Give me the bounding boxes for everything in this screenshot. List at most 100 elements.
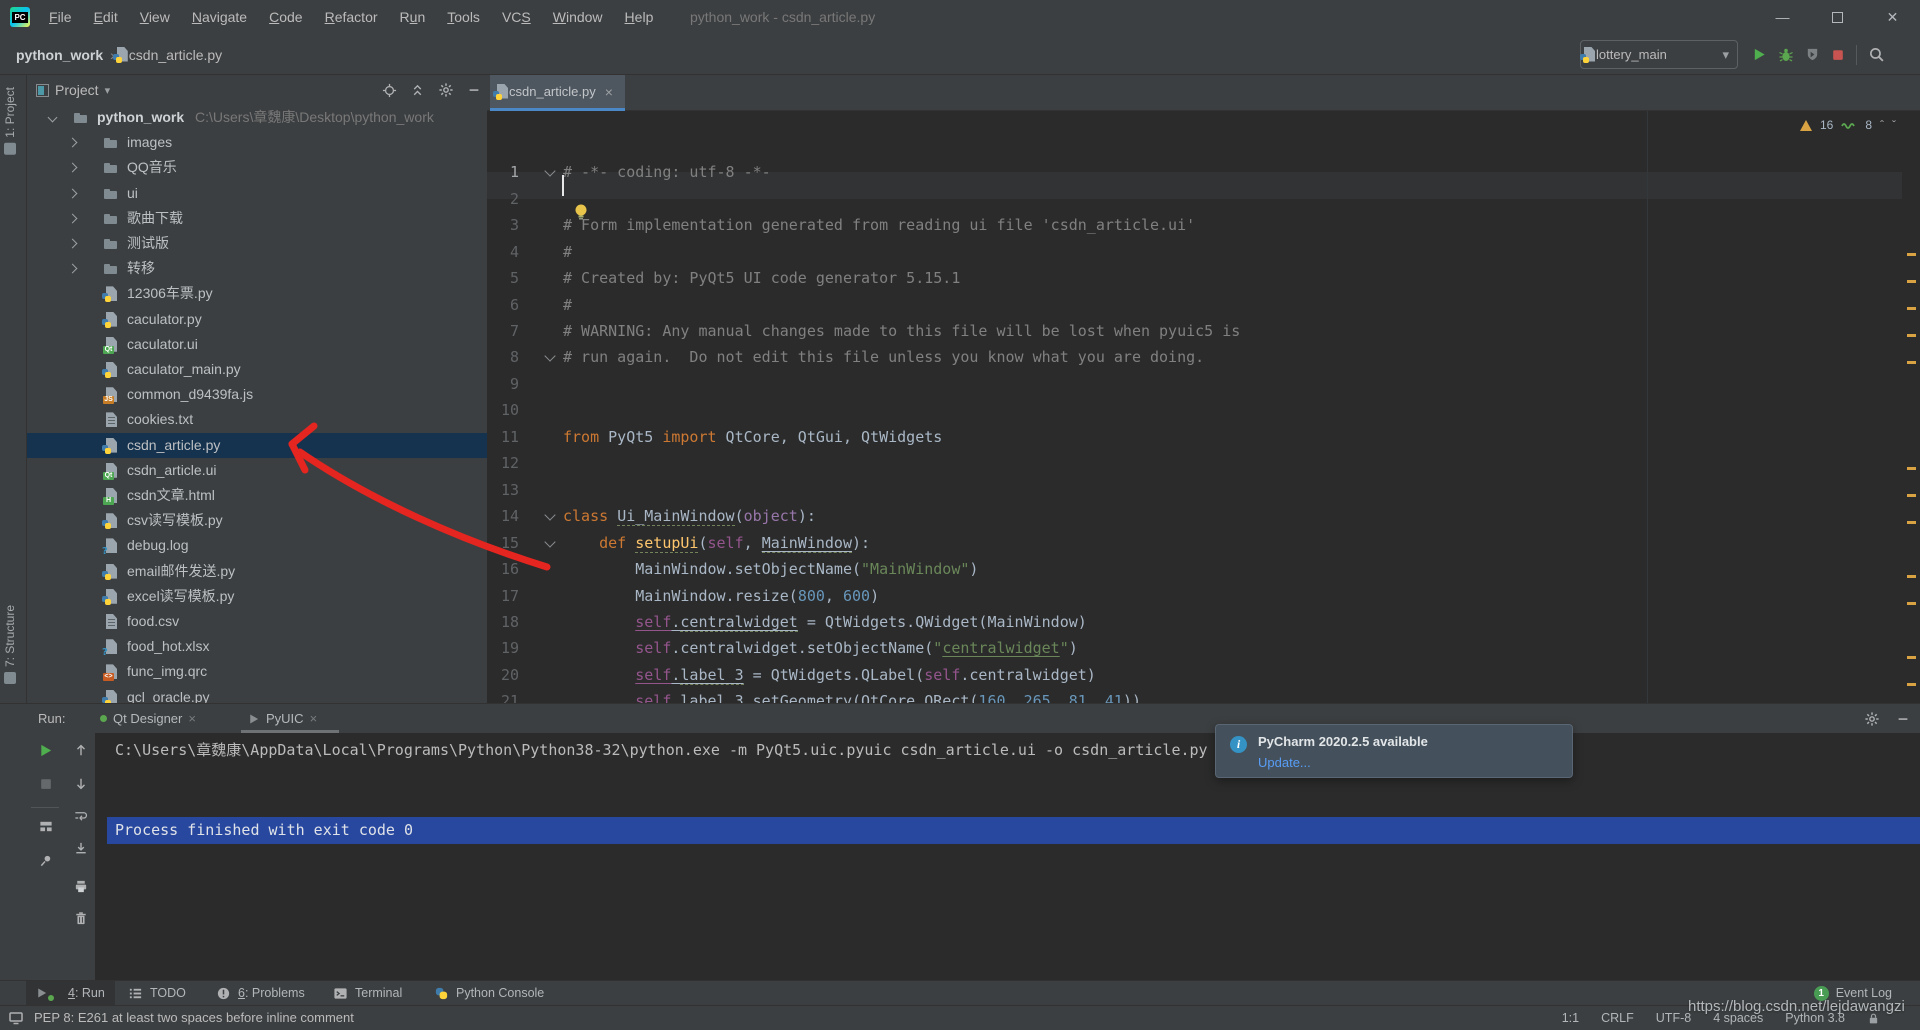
tree-item-caculator_main.py[interactable]: caculator_main.py [27,357,487,382]
collapse-all-icon[interactable] [410,83,425,98]
menu-navigate[interactable]: Navigate [181,0,258,34]
tree-item-12306车票.py[interactable]: 12306车票.py [27,281,487,306]
warning-stripe-mark[interactable] [1907,494,1916,497]
warning-stripe-mark[interactable] [1907,280,1916,283]
soft-wrap-icon[interactable] [73,809,88,824]
tree-item-caculator.ui[interactable]: Qtcaculator.ui [27,332,487,357]
coverage-icon[interactable] [1805,47,1820,62]
chevron-right-icon[interactable] [68,163,78,173]
console-tab-qt-designer[interactable]: Qt Designer × [100,704,196,733]
tree-item-debug.log[interactable]: ?debug.log [27,533,487,558]
scroll-end-icon[interactable] [73,841,88,856]
toolwindow-tab-6-problems[interactable]: 6: Problems [206,981,315,1005]
minimize-button[interactable]: — [1755,0,1810,34]
tree-item-func_img.qrc[interactable]: <>func_img.qrc [27,659,487,684]
warning-stripe-mark[interactable] [1907,361,1916,364]
fold-marker-icon[interactable] [544,509,555,520]
settings-icon[interactable] [438,82,454,98]
notification-balloon[interactable]: i PyCharm 2020.2.5 available Update... [1215,724,1573,778]
chevron-right-icon[interactable] [68,188,78,198]
console-tab-pyuic[interactable]: PyUIC × [248,704,317,733]
toolwindow-tab-todo[interactable]: TODO [118,981,196,1005]
tree-item-测试版[interactable]: 测试版 [27,231,487,256]
down-icon[interactable] [74,777,88,791]
run-icon[interactable] [1752,47,1767,62]
menu-code[interactable]: Code [258,0,313,34]
maximize-button[interactable] [1810,0,1865,34]
warning-stripe-mark[interactable] [1907,334,1916,337]
tree-item-ui[interactable]: ui [27,181,487,206]
tree-item-food_hot.xlsx[interactable]: ?food_hot.xlsx [27,634,487,659]
menu-tools[interactable]: Tools [436,0,491,34]
tree-item-QQ音乐[interactable]: QQ音乐 [27,155,487,180]
tree-item-csdn文章.html[interactable]: Hcsdn文章.html [27,483,487,508]
tree-item-歌曲下载[interactable]: 歌曲下载 [27,206,487,231]
status-item-utf-8[interactable]: UTF-8 [1656,1011,1691,1025]
chevron-right-icon[interactable] [68,239,78,249]
update-link[interactable]: Update... [1258,755,1311,770]
fold-marker-icon[interactable] [544,536,555,547]
settings-icon[interactable] [1864,711,1880,727]
inspections-widget[interactable]: 16 8 ˆ ˇ [1796,116,1900,134]
toolwindow-tab-terminal[interactable]: Terminal [323,981,412,1005]
warning-stripe-mark[interactable] [1907,467,1916,470]
menu-help[interactable]: Help [614,0,665,34]
breadcrumb-project[interactable]: python_work [16,47,103,63]
editor-body[interactable]: 12345678910111213141516171819202122 # -*… [487,111,1920,703]
menu-edit[interactable]: Edit [83,0,129,34]
debug-icon[interactable] [1778,47,1794,63]
tree-item-food.csv[interactable]: food.csv [27,609,487,634]
warning-stripe-mark[interactable] [1907,521,1916,524]
stop-icon[interactable] [39,777,53,791]
chevron-right-icon[interactable] [68,138,78,148]
tab-close-icon[interactable]: × [188,711,196,726]
tree-item-common_d9439fa.js[interactable]: JScommon_d9439fa.js [27,382,487,407]
tree-item-csdn_article.py[interactable]: csdn_article.py [27,433,487,458]
rerun-icon[interactable] [38,743,53,758]
search-icon[interactable] [1868,46,1885,63]
warning-stripe-mark[interactable] [1907,683,1916,686]
tree-item-转移[interactable]: 转移 [27,256,487,281]
warning-stripe-mark[interactable] [1907,656,1916,659]
tree-item-qcl_oracle.py[interactable]: qcl_oracle.py [27,685,487,703]
menu-window[interactable]: Window [542,0,614,34]
warning-stripe-mark[interactable] [1907,307,1916,310]
warning-stripe-mark[interactable] [1907,602,1916,605]
fold-marker-icon[interactable] [544,351,555,362]
breadcrumb-file[interactable]: csdn_article.py [129,47,222,63]
tool-window-switcher-icon[interactable] [8,1010,24,1026]
menu-file[interactable]: File [38,0,83,34]
menu-refactor[interactable]: Refactor [314,0,389,34]
tree-item-email邮件发送.py[interactable]: email邮件发送.py [27,559,487,584]
status-item-1-1[interactable]: 1:1 [1562,1011,1579,1025]
next-issue-icon[interactable]: ˇ [1892,118,1896,132]
hide-icon[interactable] [1896,712,1910,726]
run-console[interactable]: C:\Users\章魏康\AppData\Local\Programs\Pyth… [95,733,1920,981]
chevron-right-icon[interactable] [68,213,78,223]
intention-bulb-icon[interactable] [573,203,589,221]
hide-icon[interactable] [467,83,481,97]
error-stripe[interactable] [1904,111,1920,703]
stripe-tab-structure[interactable]: 7: Structure [3,605,17,684]
warning-stripe-mark[interactable] [1907,575,1916,578]
locate-icon[interactable] [382,83,397,98]
tree-item-excel读写模板.py[interactable]: excel读写模板.py [27,584,487,609]
editor-tab-csdn-article[interactable]: csdn_article.py × [490,75,625,111]
up-icon[interactable] [74,743,88,757]
menu-vcs[interactable]: VCS [491,0,542,34]
print-icon[interactable] [73,879,88,894]
tree-item-images[interactable]: images [27,130,487,155]
menu-run[interactable]: Run [389,0,437,34]
tab-close-icon[interactable]: × [310,711,318,726]
status-item-crlf[interactable]: CRLF [1601,1011,1634,1025]
prev-issue-icon[interactable]: ˆ [1880,118,1884,132]
pin-icon[interactable] [38,853,53,868]
tree-item-csdn_article.ui[interactable]: Qtcsdn_article.ui [27,458,487,483]
run-configuration-select[interactable]: lottery_main ▾ [1580,40,1738,69]
chevron-down-icon[interactable] [48,113,58,123]
chevron-right-icon[interactable] [68,264,78,274]
tree-item-caculator.py[interactable]: caculator.py [27,307,487,332]
menu-view[interactable]: View [129,0,181,34]
layout-icon[interactable] [38,819,53,834]
tree-item-cookies.txt[interactable]: cookies.txt [27,407,487,432]
